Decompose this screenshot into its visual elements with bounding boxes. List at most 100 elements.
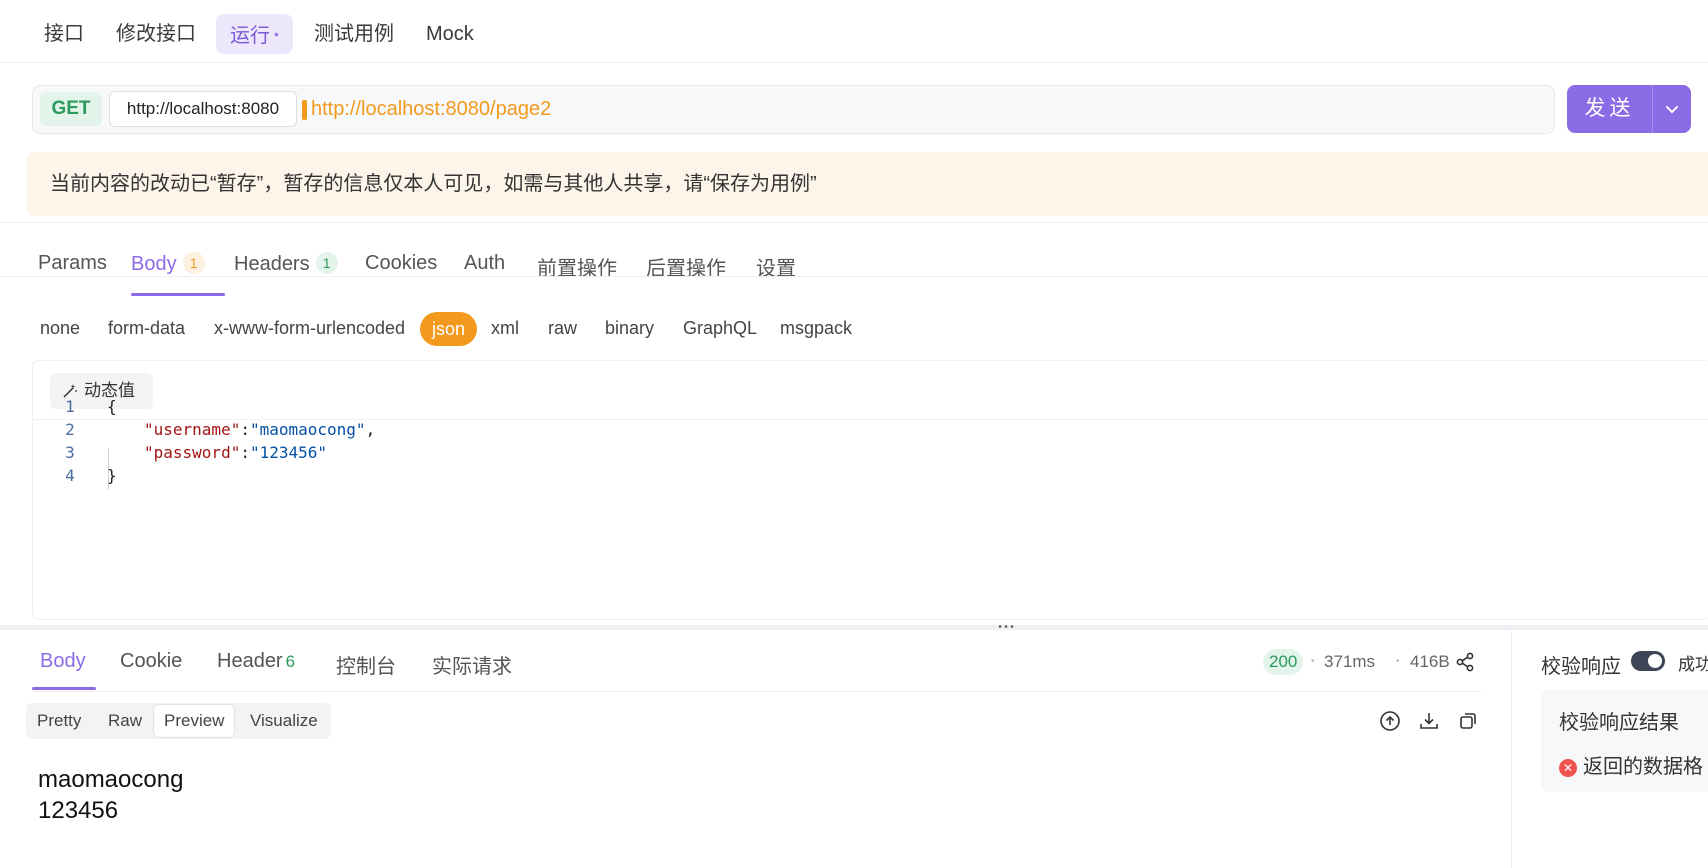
- divider: [0, 222, 1708, 223]
- tab-label: 接口: [44, 23, 84, 45]
- error-icon: ✕: [1559, 759, 1577, 777]
- copy-icon[interactable]: [1457, 710, 1479, 732]
- send-button-group: 发送: [1567, 85, 1691, 133]
- code-line: {: [107, 397, 117, 416]
- tab-label: 测试用例: [314, 23, 394, 45]
- view-visualize[interactable]: Visualize: [250, 703, 318, 739]
- unsaved-dot: •: [274, 26, 279, 42]
- send-dropdown-button[interactable]: [1653, 85, 1691, 133]
- validation-error-text: 返回的数据格: [1583, 756, 1703, 778]
- line-number: 2: [65, 420, 75, 439]
- url-bar: GET http://localhost:8080 http://localho…: [32, 85, 1555, 134]
- body-type-graphql[interactable]: GraphQL: [683, 318, 757, 339]
- response-tab-header[interactable]: Header 6: [217, 650, 295, 673]
- view-raw[interactable]: Raw: [108, 703, 142, 739]
- tab-mock[interactable]: Mock: [426, 14, 474, 54]
- response-time: 371ms: [1324, 652, 1376, 671]
- panel-divider: [1511, 630, 1512, 868]
- json-editor[interactable]: [32, 360, 1708, 620]
- body-type-xml[interactable]: xml: [491, 318, 519, 339]
- line-number: 3: [65, 443, 75, 462]
- view-pretty[interactable]: Pretty: [37, 703, 81, 739]
- body-type-none[interactable]: none: [40, 318, 80, 339]
- tab-label: Cookie: [120, 650, 183, 672]
- line-number: 1: [65, 397, 75, 416]
- validation-error: ✕ 返回的数据格: [1559, 750, 1703, 779]
- active-tab-indicator: [131, 293, 225, 296]
- tab-label: Mock: [426, 23, 474, 45]
- method-select[interactable]: GET: [40, 92, 102, 126]
- tab-label: 控制台: [336, 656, 396, 678]
- panel-resizer[interactable]: [0, 625, 1708, 630]
- separator-dot: •: [1311, 656, 1315, 667]
- count-badge: 1: [315, 252, 338, 274]
- tab-cookies[interactable]: Cookies: [365, 252, 437, 275]
- divider: [32, 691, 1481, 692]
- body-type-msgpack[interactable]: msgpack: [780, 318, 852, 339]
- code-line: "username":"maomaocong",: [144, 420, 376, 439]
- response-size: 416B: [1410, 652, 1450, 671]
- active-tab-indicator: [32, 687, 96, 690]
- body-type-raw[interactable]: raw: [548, 318, 577, 339]
- env-indicator: [302, 100, 307, 120]
- tab-run[interactable]: 运行 •: [216, 14, 293, 54]
- tab-test-cases[interactable]: 测试用例: [314, 14, 394, 54]
- divider: [0, 276, 1708, 277]
- json-key: "username": [144, 420, 241, 439]
- url-input[interactable]: http://localhost:8080/page2: [311, 86, 551, 133]
- count-badge: 6: [285, 652, 296, 671]
- validate-response-label: 校验响应: [1541, 656, 1621, 678]
- validation-result-panel: 校验响应结果 ✕ 返回的数据格: [1541, 690, 1708, 792]
- tab-params[interactable]: Params: [38, 252, 107, 275]
- validate-response-toggle[interactable]: [1631, 651, 1665, 671]
- tab-label: 实际请求: [432, 656, 512, 678]
- preview-line: maomaocong: [38, 766, 184, 793]
- divider: [0, 62, 1708, 63]
- validation-result-title: 校验响应结果: [1559, 712, 1679, 734]
- tab-body[interactable]: Body 1: [131, 252, 205, 276]
- line-number: 4: [65, 466, 75, 485]
- separator-dot: •: [1396, 656, 1400, 667]
- upload-icon[interactable]: [1379, 710, 1401, 732]
- view-mode-selector: Pretty Raw Preview Visualize: [26, 703, 331, 739]
- tab-headers[interactable]: Headers 1: [234, 252, 338, 276]
- tab-label: Params: [38, 252, 107, 274]
- base-url-select[interactable]: http://localhost:8080: [109, 91, 297, 127]
- tab-label: 修改接口: [116, 23, 196, 45]
- preview-line: 123456: [38, 797, 119, 824]
- body-type-form-data[interactable]: form-data: [108, 318, 185, 339]
- json-value: "123456": [249, 443, 328, 462]
- count-badge: 1: [182, 252, 205, 274]
- tab-label: 运行: [230, 25, 270, 47]
- tab-label: Header: [217, 650, 283, 672]
- chevron-down-icon: [1666, 106, 1678, 114]
- draft-notice: 当前内容的改动已“暂存”，暂存的信息仅本人可见，如需与其他人共享，请“保存为用例…: [26, 152, 1708, 216]
- body-type-urlencoded[interactable]: x-www-form-urlencoded: [214, 318, 405, 339]
- tab-label: Body: [40, 650, 86, 672]
- response-tab-console[interactable]: 控制台: [336, 650, 396, 679]
- send-button[interactable]: 发送: [1567, 85, 1652, 133]
- notice-text: 当前内容的改动已“暂存”，暂存的信息仅本人可见，如需与其他人共享，请“保存为用例…: [50, 173, 817, 195]
- tab-edit-interface[interactable]: 修改接口: [116, 14, 196, 54]
- download-icon[interactable]: [1418, 710, 1440, 732]
- status-code-badge: 200: [1263, 649, 1304, 675]
- view-preview[interactable]: Preview: [153, 704, 236, 738]
- code-line: }: [107, 466, 117, 485]
- tab-label: Cookies: [365, 252, 438, 274]
- tab-label: Body: [131, 253, 177, 275]
- tab-label: Auth: [464, 252, 506, 274]
- tab-interface[interactable]: 接口: [44, 14, 84, 54]
- drag-handle-icon[interactable]: [998, 624, 1014, 629]
- response-preview: maomaocong 123456: [38, 764, 183, 826]
- response-tab-body[interactable]: Body: [40, 650, 86, 673]
- response-tab-cookie[interactable]: Cookie: [120, 650, 182, 673]
- body-type-binary[interactable]: binary: [605, 318, 654, 339]
- tab-auth[interactable]: Auth: [464, 252, 505, 275]
- response-tab-actual-request[interactable]: 实际请求: [432, 650, 512, 679]
- json-value: "maomaocong": [249, 420, 366, 439]
- validation-status: 成功: [1678, 655, 1708, 674]
- code-line: "password":"123456": [144, 443, 328, 462]
- tab-label: Headers: [234, 253, 310, 275]
- body-type-json[interactable]: json: [420, 312, 478, 346]
- share-icon[interactable]: [1454, 651, 1476, 673]
